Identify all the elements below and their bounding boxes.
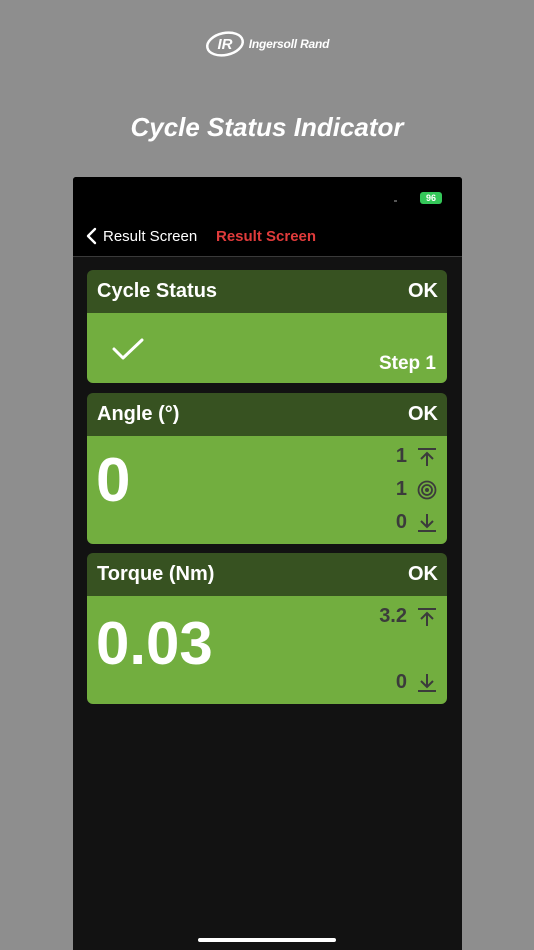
torque-upper-limit: 3.2 bbox=[379, 605, 407, 627]
angle-lower-limit: 0 bbox=[395, 511, 407, 533]
phone-screen: 96 Result Screen Result Screen Cycle Sta… bbox=[73, 177, 462, 950]
status-indicator bbox=[394, 200, 397, 202]
torque-result: OK bbox=[408, 563, 438, 585]
svg-text:IR: IR bbox=[217, 36, 232, 53]
torque-header: Torque (Nm) OK bbox=[87, 553, 447, 596]
torque-title: Torque (Nm) bbox=[97, 563, 215, 585]
angle-upper-limit-row: 1 bbox=[396, 445, 437, 468]
angle-value: 0 bbox=[96, 446, 131, 515]
angle-card: Angle (°) OK 0 1 1 0 bbox=[87, 393, 447, 544]
cycle-status-body: Step 1 bbox=[87, 313, 447, 383]
back-button[interactable]: Result Screen bbox=[85, 227, 197, 245]
brand-name: Ingersoll Rand bbox=[248, 37, 330, 51]
torque-card: Torque (Nm) OK 0.03 3.2 0 bbox=[87, 553, 447, 704]
angle-target: 1 bbox=[395, 478, 407, 500]
angle-title: Angle (°) bbox=[97, 403, 180, 425]
torque-value: 0.03 bbox=[96, 610, 213, 677]
angle-lower-limit-row: 0 bbox=[396, 511, 437, 534]
battery-indicator: 96 bbox=[420, 192, 442, 204]
angle-header: Angle (°) OK bbox=[87, 393, 447, 436]
arrow-down-limit-icon bbox=[418, 673, 436, 692]
home-indicator[interactable] bbox=[198, 938, 336, 942]
torque-upper-limit-row: 3.2 bbox=[379, 605, 437, 628]
angle-target-row: 1 bbox=[396, 478, 437, 501]
arrow-up-limit-icon bbox=[418, 447, 436, 466]
back-button-label: Result Screen bbox=[103, 227, 198, 245]
ingersoll-rand-logo-icon: IR bbox=[205, 31, 244, 57]
arrow-down-limit-icon bbox=[418, 513, 436, 532]
cycle-status-card: Cycle Status OK Step 1 bbox=[87, 270, 447, 383]
nav-title: Result Screen bbox=[216, 228, 317, 245]
status-bar: 96 bbox=[73, 177, 462, 217]
chevron-left-icon bbox=[86, 227, 97, 245]
angle-result: OK bbox=[408, 403, 438, 425]
angle-body: 0 1 1 0 bbox=[87, 436, 447, 544]
torque-body: 0.03 3.2 0 bbox=[87, 596, 447, 704]
marketing-title: Cycle Status Indicator bbox=[130, 112, 404, 142]
checkmark-icon bbox=[112, 338, 144, 360]
cycle-status-header: Cycle Status OK bbox=[87, 270, 447, 313]
brand-logo: IR Ingersoll Rand bbox=[0, 30, 534, 58]
torque-lower-limit: 0 bbox=[395, 671, 407, 693]
torque-lower-limit-row: 0 bbox=[396, 671, 437, 694]
target-icon bbox=[417, 480, 437, 499]
step-label: Step 1 bbox=[378, 353, 436, 374]
cycle-status-result: OK bbox=[408, 280, 438, 302]
arrow-up-limit-icon bbox=[418, 607, 436, 626]
angle-upper-limit: 1 bbox=[395, 445, 407, 467]
cycle-status-title: Cycle Status bbox=[97, 280, 218, 302]
navigation-bar: Result Screen Result Screen bbox=[73, 217, 462, 257]
